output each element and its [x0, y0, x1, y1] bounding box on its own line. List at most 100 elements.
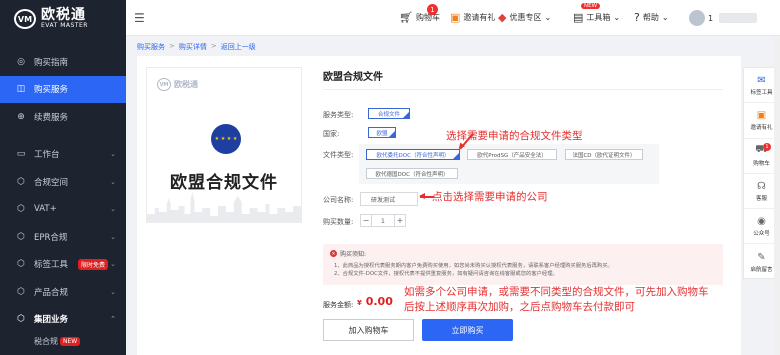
float-item-label: 公众号: [753, 230, 770, 237]
service-type-option[interactable]: 合规文件: [368, 108, 410, 119]
quantity-plus-button[interactable]: +: [394, 214, 406, 227]
skyline-illustration: [147, 192, 301, 222]
annotation-company: 点击选择需要申请的公司: [432, 191, 548, 203]
notice-icon: ×: [330, 250, 337, 257]
sidebar-item-epr[interactable]: ⬡ EPR合规 ⌄: [0, 223, 126, 251]
sidebar-item-label: 购买指南: [34, 57, 69, 68]
renew-icon: ⊕: [17, 111, 25, 122]
total-label: 服务金额:: [323, 301, 354, 309]
total-value: 0.00: [365, 295, 393, 308]
file-type-label-text: 欧代德国DOC（符合性声明）: [375, 171, 449, 178]
file-type-option-prodsg[interactable]: 欧代ProdSG（产品安全法）: [467, 149, 557, 160]
annotation-multi-line: 后按上述顺序再次加购，之后点购物车去付款即可: [404, 301, 635, 313]
help-label: 帮助: [642, 13, 659, 22]
sidebar-item-purchase-guide[interactable]: ◎ 购买指南: [0, 48, 126, 76]
cube-icon: ⬡: [17, 176, 25, 187]
chevron-down-icon: ⌄: [613, 13, 621, 22]
sidebar-item-label: 购买服务: [34, 85, 69, 96]
file-type-label-text: 欧代委托DOC（符合性声明）: [376, 152, 450, 159]
new-tag: NEW: [581, 3, 601, 9]
help-menu[interactable]: ? 帮助 ⌄: [634, 11, 669, 24]
sidebar-item-label: 合规空间: [34, 177, 69, 188]
chevron-down-icon: ⌄: [110, 232, 116, 241]
breadcrumb-item[interactable]: 购买服务: [137, 42, 165, 52]
company-select[interactable]: 研发测试: [360, 192, 418, 206]
eu-flag-icon: ★ ★ ★ ★: [211, 124, 241, 154]
file-type-option-eu-doc[interactable]: 欧代委托DOC（符合性声明）: [366, 149, 460, 160]
tag-icon: ◆: [498, 11, 507, 24]
notice-line: 2、合规文件-DOC文件，授权代表不提供重复服务，如有疑问请咨询在线客服或您的客…: [334, 271, 558, 277]
top-bar: ☰ 🛒︎ 购物车 1 ▣ 邀请有礼 ◆ 优惠专区 ⌄ ▤ 工具箱 NEW ⌄ ? 帮助 ⌄ 1: [126, 0, 780, 36]
help-icon: ?: [634, 11, 640, 24]
cube-icon: ⬡: [17, 259, 25, 270]
notice-title: 购买须知:: [340, 251, 367, 258]
float-item-label: 购物车: [753, 161, 770, 168]
sidebar-item-label: 集团业务: [34, 315, 69, 326]
cart-link[interactable]: 🛒︎ 购物车 1: [399, 4, 440, 24]
invite-label: 邀请有礼: [463, 13, 496, 22]
sidebar-item-label: 标签工具: [34, 260, 69, 271]
sidebar-item-label: 产品合规: [34, 287, 69, 298]
deals-label: 优惠专区: [509, 13, 542, 22]
toolbox-menu[interactable]: ▤ 工具箱 NEW ⌄: [573, 3, 621, 24]
annotation-multi-line: 如需多个公司申请，或需要不同类型的合规文件，可先加入购物车: [404, 286, 709, 298]
country-label: 国家:: [323, 130, 340, 138]
logo-mark-icon: VM: [14, 9, 36, 29]
sidebar-item-vat-plus[interactable]: ⬡ VAT+ ⌄: [0, 196, 126, 224]
brand-sub: EVAT MASTER: [41, 22, 88, 29]
breadcrumb-item[interactable]: 购买详情: [179, 42, 207, 52]
sidebar-item-label: 工作台: [34, 150, 60, 161]
quantity-input[interactable]: 1: [372, 214, 394, 227]
deals-menu[interactable]: ◆ 优惠专区 ⌄: [498, 11, 551, 24]
sidebar-item-label: 续费服务: [34, 112, 69, 123]
quantity-label: 购买数量:: [323, 218, 354, 226]
brand-logo[interactable]: VM 欧税通 EVAT MASTER: [0, 0, 126, 38]
add-to-cart-button[interactable]: 加入购物车: [323, 319, 414, 341]
chevron-down-icon: ⌄: [661, 13, 669, 22]
notice-line: 1、此商品为授权代表服务期内客户免费购买使用，如您尚未购买认授权代表服务，请联系…: [334, 263, 613, 269]
logo-mark-icon: VM: [157, 78, 171, 91]
sidebar-item-product-compliance[interactable]: ⬡ 产品合规 ⌄: [0, 278, 126, 306]
annotation-arrow: [419, 193, 434, 199]
gift-icon: ▣: [450, 11, 461, 24]
monitor-icon: ▭: [16, 149, 26, 160]
toolbox-label: 工具箱: [586, 13, 611, 22]
float-item-label: 客服: [755, 195, 767, 202]
gift-icon: ▣: [756, 109, 767, 121]
brand-name: 欧税通: [41, 7, 86, 23]
chevron-down-icon: ⌄: [110, 260, 116, 269]
sidebar-item-renew-service[interactable]: ⊕ 续费服务: [0, 103, 126, 131]
chevron-down-icon: ⌄: [110, 287, 116, 296]
user-name: 1: [708, 13, 714, 23]
sidebar-item-group-business[interactable]: ⬡ 集团业务 ⌃: [0, 306, 126, 334]
sidebar-item-compliance-space[interactable]: ⬡ 合规空间 ⌄: [0, 168, 126, 196]
menu-toggle-icon[interactable]: ☰: [134, 11, 145, 25]
country-option[interactable]: 欧盟: [368, 127, 396, 138]
product-image: VM 欧税通 ★ ★ ★ ★ 欧盟合规文件: [146, 67, 302, 223]
product-image-brand: 欧税通: [174, 80, 198, 89]
new-badge: NEW: [60, 336, 81, 346]
company-label: 公司名称:: [323, 196, 354, 204]
cart-count-badge: 1: [763, 142, 771, 151]
cart-count-badge: 1: [427, 4, 438, 15]
sidebar-item-workbench[interactable]: ▭ 工作台 ⌄: [0, 141, 126, 169]
breadcrumb-back[interactable]: 返回上一级: [221, 42, 256, 52]
country-value: 欧盟: [376, 130, 388, 137]
chevron-down-icon: ⌄: [544, 13, 552, 22]
page-scrollbar[interactable]: [774, 36, 780, 355]
chevron-up-icon: ⌃: [110, 315, 116, 324]
wechat-icon: ◉: [757, 215, 766, 227]
user-menu[interactable]: 1: [689, 10, 758, 26]
file-type-option-de-doc[interactable]: 欧代德国DOC（符合性声明）: [366, 168, 458, 179]
sidebar-item-label-tool[interactable]: ⬡ 标签工具 限时免费 ⌄: [0, 251, 126, 279]
sidebar-item-buy-service[interactable]: ◫ 购买服务: [0, 75, 126, 103]
sidebar-subitem-label: 税合规: [34, 336, 58, 346]
sidebar-subitem-tax-compliance[interactable]: 税合规 NEW: [0, 333, 126, 349]
quantity-minus-button[interactable]: −: [360, 214, 372, 227]
file-type-option-france-cd[interactable]: 法国CD（欧代证明文件）: [565, 149, 643, 160]
buy-now-button[interactable]: 立即购买: [422, 319, 513, 341]
chevron-down-icon: ⌄: [110, 150, 116, 159]
cube-icon: ⬡: [17, 314, 25, 325]
invite-link[interactable]: ▣ 邀请有礼: [450, 11, 495, 24]
total-amount: ¥ 0.00: [357, 295, 393, 308]
